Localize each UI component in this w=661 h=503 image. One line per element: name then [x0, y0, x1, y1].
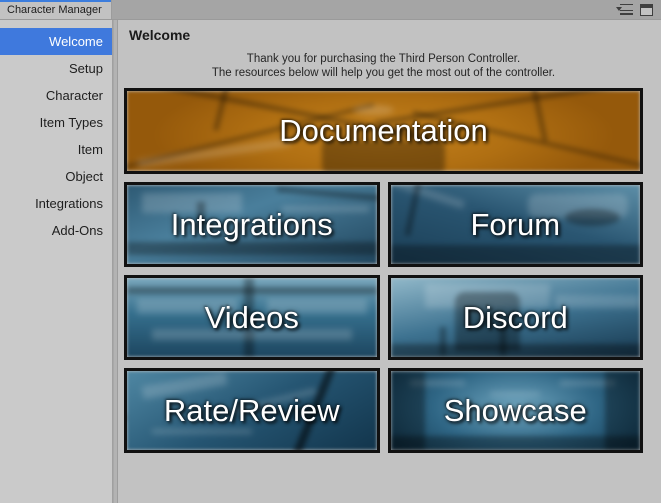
- intro-line-1: Thank you for purchasing the Third Perso…: [246, 53, 521, 65]
- sidebar-item-integrations[interactable]: Integrations: [0, 190, 112, 217]
- window-layout-icon[interactable]: [640, 3, 653, 16]
- sidebar-item-label: Welcome: [49, 34, 103, 49]
- tile-row-3: Rate/Review Showcase: [124, 368, 643, 453]
- window-body: Welcome Setup Character Item Types Item …: [0, 20, 661, 503]
- sidebar-item-label: Item Types: [39, 115, 103, 130]
- tile-label: Discord: [462, 299, 568, 335]
- tile-label: Documentation: [279, 113, 488, 148]
- sidebar-item-character[interactable]: Character: [0, 82, 112, 109]
- tile-discord[interactable]: Discord: [387, 275, 643, 360]
- sidebar-item-welcome[interactable]: Welcome: [0, 28, 112, 55]
- sidebar-nav: Welcome Setup Character Item Types Item …: [0, 20, 113, 503]
- character-manager-window: Character Manager Welcome Setup Characte…: [0, 0, 661, 503]
- sidebar-item-label: Integrations: [35, 196, 103, 211]
- sidebar-item-item-types[interactable]: Item Types: [0, 109, 112, 136]
- sidebar-item-label: Item: [77, 142, 103, 157]
- tile-row-1: Integrations Forum: [124, 182, 643, 267]
- sidebar-item-label: Setup: [69, 61, 103, 76]
- sidebar-item-item[interactable]: Item: [0, 136, 112, 163]
- tile-rate-review[interactable]: Rate/Review: [124, 368, 380, 453]
- window-tab-bar: Character Manager: [0, 0, 661, 20]
- resource-tiles: Documentation Integrations Forum Videos …: [124, 88, 643, 453]
- tile-integrations[interactable]: Integrations: [124, 182, 380, 267]
- tile-label: Integrations: [170, 206, 333, 242]
- window-controls: [616, 0, 661, 19]
- tab-character-manager[interactable]: Character Manager: [0, 0, 112, 19]
- sidebar-item-label: Add-Ons: [51, 223, 103, 238]
- sidebar-item-object[interactable]: Object: [0, 163, 112, 190]
- hamburger-menu-icon[interactable]: [616, 3, 633, 16]
- tile-row-2: Videos Discord: [124, 275, 643, 360]
- page-title: Welcome: [129, 27, 191, 43]
- intro-line-2: The resources below will help you get th…: [211, 67, 556, 79]
- tile-documentation[interactable]: Documentation: [124, 88, 643, 174]
- tile-videos[interactable]: Videos: [124, 275, 380, 360]
- intro-text: Thank you for purchasing the Third Perso…: [124, 52, 643, 80]
- tab-bar-spacer: [112, 0, 616, 19]
- tile-label: Showcase: [443, 392, 587, 428]
- tile-label: Rate/Review: [163, 392, 340, 428]
- content-panel: Welcome Thank you for purchasing the Thi…: [118, 20, 661, 503]
- tile-showcase[interactable]: Showcase: [387, 368, 643, 453]
- tile-forum[interactable]: Forum: [387, 182, 643, 267]
- sidebar-item-label: Object: [65, 169, 103, 184]
- sidebar-item-label: Character: [45, 88, 103, 103]
- tile-label: Forum: [470, 206, 561, 242]
- tab-label: Character Manager: [7, 3, 102, 16]
- tile-label: Videos: [204, 299, 299, 335]
- sidebar-item-add-ons[interactable]: Add-Ons: [0, 217, 112, 244]
- sidebar-item-setup[interactable]: Setup: [0, 55, 112, 82]
